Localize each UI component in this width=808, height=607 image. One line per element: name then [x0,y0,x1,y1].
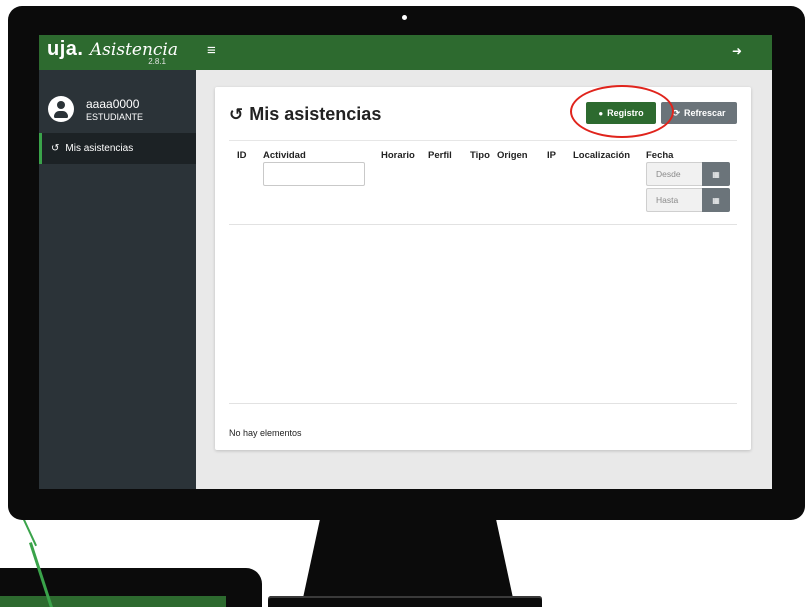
app-brand[interactable]: uja. Asistencia 2.8.1 [39,35,196,70]
column-header-fecha[interactable]: Fecha [646,150,673,161]
app-version: 2.8.1 [148,57,166,66]
column-header-actividad[interactable]: Actividad [263,150,306,161]
attendance-card: ↺ Mis asistencias ● Registro ⟳ Refrescar… [215,85,751,450]
annotation-circle [570,85,674,138]
fecha-desde-input[interactable]: Desde [646,162,702,186]
column-header-id[interactable]: ID [237,150,247,161]
user-info: aaaa0000 ESTUDIANTE [86,97,143,122]
top-bar: ≡ ➜ [196,35,772,70]
divider [229,140,737,141]
user-role: ESTUDIANTE [86,111,144,122]
brand-logo: uja. [47,38,84,60]
divider [229,224,737,225]
fecha-hasta-input[interactable]: Hasta [646,188,702,212]
calendar-icon[interactable]: ▦ [702,162,730,186]
monitor-stand [303,520,513,598]
user-id: aaaa0000 [86,96,140,111]
column-header-tipo[interactable]: Tipo [470,150,490,161]
divider [229,403,737,404]
column-header-localizacion[interactable]: Localización [573,150,630,161]
page-title: ↺ Mis asistencias [229,104,381,125]
history-icon: ↺ [229,104,244,124]
actividad-filter-input[interactable] [263,162,365,186]
monitor-camera [402,15,407,20]
tablet-screen [0,596,226,607]
page-title-text: Mis asistencias [249,104,382,124]
column-header-origen[interactable]: Origen [497,150,528,161]
refrescar-button-label: Refrescar [684,108,726,118]
sign-out-icon[interactable]: ➜ [732,44,742,58]
calendar-icon[interactable]: ▦ [702,188,730,212]
column-header-horario[interactable]: Horario [381,150,415,161]
fecha-desde-group: Desde ▦ [646,162,730,186]
app-screen: uja. Asistencia 2.8.1 aaaa0000 ESTUDIANT… [39,35,772,489]
empty-table-message: No hay elementos [229,428,302,438]
column-header-perfil[interactable]: Perfil [428,150,452,161]
user-avatar-icon [48,96,74,122]
history-icon: ↺ [51,143,60,154]
fecha-hasta-group: Hasta ▦ [646,188,730,212]
column-header-ip[interactable]: IP [547,150,556,161]
sidebar: uja. Asistencia 2.8.1 aaaa0000 ESTUDIANT… [39,35,196,489]
hamburger-icon[interactable]: ≡ [207,42,216,59]
sidebar-item-label: Mis asistencias [65,143,134,154]
monitor-stand-base [268,596,542,607]
user-panel: aaaa0000 ESTUDIANTE [39,70,196,132]
sidebar-item-mis-asistencias[interactable]: ↺ Mis asistencias [39,133,196,164]
